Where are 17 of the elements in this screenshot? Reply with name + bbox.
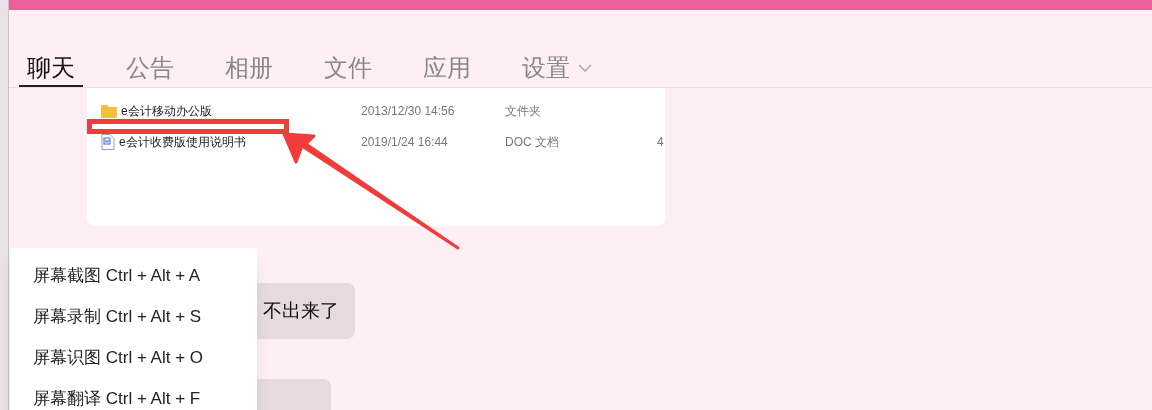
document-icon: [101, 134, 115, 150]
file-name: e会计收费版使用说明书: [119, 134, 246, 151]
message-text: 不出来了: [263, 298, 339, 323]
folder-icon: [101, 104, 117, 118]
menu-item[interactable]: 屏幕翻译 Ctrl + Alt + F: [10, 387, 257, 410]
file-size: 4: [657, 134, 664, 151]
file-date: 2013/12/30 14:56: [361, 103, 456, 120]
file-row[interactable]: e会计移动办公版 2013/12/30 14:56 文件夹: [87, 102, 665, 120]
tab[interactable]: 聊天: [19, 51, 83, 87]
menu-item[interactable]: 屏幕识图 Ctrl + Alt + O: [10, 346, 257, 387]
file-type: 文件夹: [505, 103, 542, 120]
file-date: 2019/1/24 16:44: [361, 134, 449, 151]
file-row[interactable]: e会计收费版使用说明书 2019/1/24 16:44 DOC 文档 4: [87, 133, 665, 151]
menu-item[interactable]: 屏幕截图 Ctrl + Alt + A: [10, 264, 257, 305]
file-name: e会计移动办公版: [121, 103, 212, 120]
file-type: DOC 文档: [505, 134, 560, 151]
menu-item[interactable]: 屏幕录制 Ctrl + Alt + S: [10, 305, 257, 346]
